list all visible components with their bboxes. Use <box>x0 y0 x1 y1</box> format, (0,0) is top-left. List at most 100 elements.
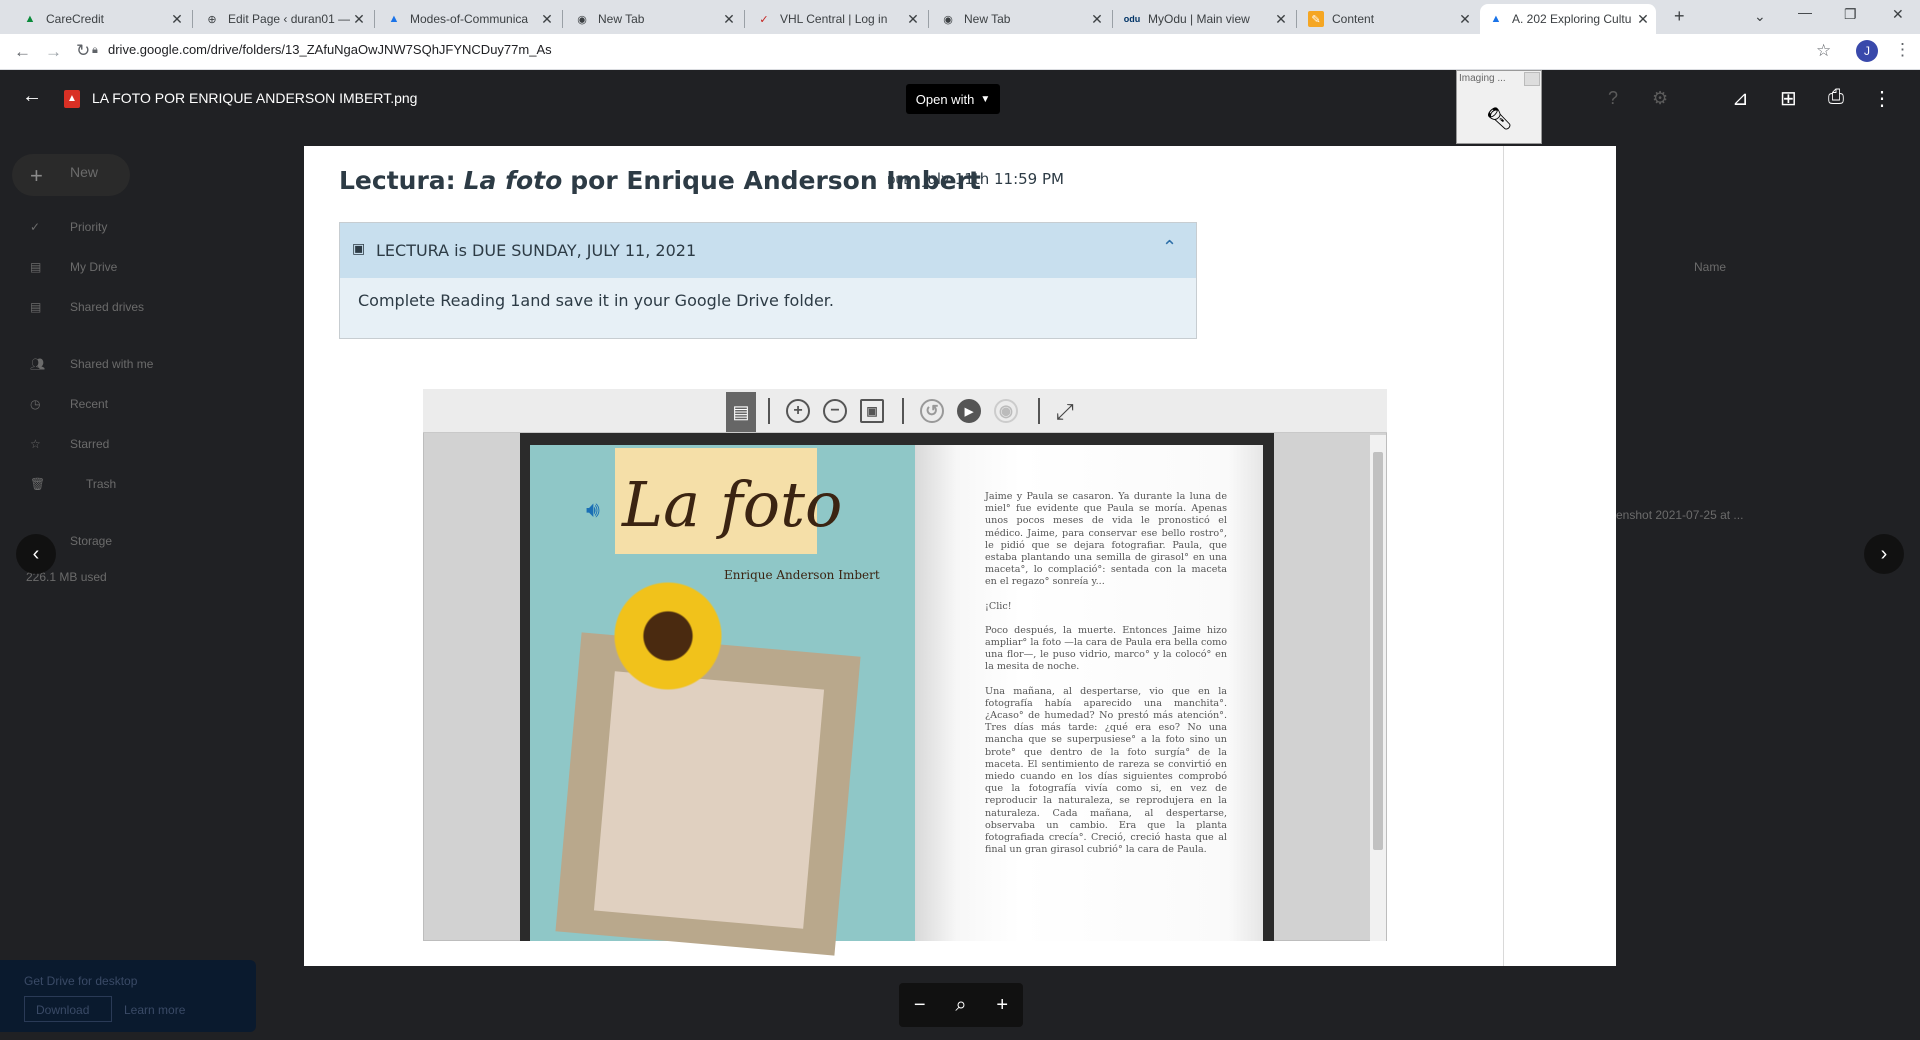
imaging-label: Imaging ... <box>1459 73 1506 84</box>
fit-page-icon[interactable]: ▣ <box>860 399 884 423</box>
odu-icon: odu <box>1123 14 1141 24</box>
close-icon[interactable]: ✕ <box>350 11 368 28</box>
eye-icon[interactable]: ◉ <box>994 399 1018 423</box>
settings-gear-icon[interactable]: ⚙ <box>1652 88 1668 109</box>
zoom-out-icon[interactable]: − <box>823 399 847 423</box>
help-icon[interactable]: ? <box>1608 88 1618 109</box>
tab-carecredit[interactable]: ▲ CareCredit ✕ <box>14 4 190 34</box>
starred-icon: ☆ <box>30 437 41 451</box>
tab-title: Edit Page ‹ duran01 — <box>228 12 350 26</box>
scrollbar-thumb[interactable] <box>1373 452 1383 850</box>
back-icon[interactable]: ← <box>14 42 31 62</box>
close-icon[interactable]: ✕ <box>1088 11 1106 28</box>
zoom-in-icon[interactable]: + <box>786 399 810 423</box>
profile-avatar[interactable]: J <box>1856 40 1878 62</box>
tab-new-tab-2[interactable]: ◉ New Tab ✕ <box>932 4 1110 34</box>
lock-icon[interactable]: 🔒︎ <box>92 44 98 57</box>
vhl-icon: ✓ <box>759 13 769 26</box>
close-icon[interactable]: ✕ <box>904 11 922 28</box>
nav-recent[interactable]: Recent <box>70 397 108 411</box>
due-date: July 11th 11:59 PM <box>923 170 1064 188</box>
close-icon[interactable]: ✕ <box>1272 11 1290 28</box>
back-arrow-icon[interactable]: ← <box>22 85 42 108</box>
shared-drives-icon: ▤ <box>30 300 42 314</box>
wordpress-icon: ⊕ <box>207 13 217 26</box>
toolbar-separator <box>1038 398 1040 424</box>
reload-icon[interactable]: ↻ <box>76 41 90 61</box>
reset-icon[interactable]: ↺ <box>920 399 944 423</box>
fullscreen-icon[interactable]: ⤢ <box>1056 399 1074 425</box>
tab-myodu[interactable]: odu MyOdu | Main view ✕ <box>1116 4 1294 34</box>
open-with-button[interactable]: Open with ▼ <box>906 84 1000 114</box>
close-icon[interactable]: ✕ <box>1456 11 1474 28</box>
more-actions-icon[interactable]: ⋮ <box>1872 86 1892 111</box>
caret-down-icon: ▼ <box>980 93 991 105</box>
content-icon: ✎ <box>1308 11 1324 27</box>
document-icon: ▣ <box>352 240 366 256</box>
zoom-in-button[interactable]: + <box>996 994 1008 1017</box>
close-icon[interactable]: ✕ <box>538 11 556 28</box>
tab-modes-of-communication[interactable]: ▲ Modes-of-Communica ✕ <box>378 4 560 34</box>
recent-icon: ◷ <box>30 397 41 411</box>
assignment-title: Lectura: La foto por Enrique Anderson Im… <box>339 166 981 195</box>
tab-edit-page[interactable]: ⊕ Edit Page ‹ duran01 — ✕ <box>196 4 372 34</box>
download-label: Download <box>36 1003 90 1017</box>
minimize-button[interactable]: — <box>1798 4 1812 20</box>
tab-search-icon[interactable]: ⌄ <box>1754 8 1766 25</box>
story-paragraph: ¡Clic! <box>985 600 1012 612</box>
url-text[interactable]: drive.google.com/drive/folders/13_ZAfuNg… <box>108 42 552 57</box>
nav-my-drive[interactable]: My Drive <box>70 260 117 274</box>
tab-new-tab-1[interactable]: ◉ New Tab ✕ <box>566 4 742 34</box>
close-icon[interactable]: ✕ <box>168 11 186 28</box>
nav-priority[interactable]: Priority <box>70 220 107 234</box>
title-suffix: por Enrique Anderson Imbert <box>570 166 981 195</box>
tab-exploring-culture[interactable]: ▲ A. 202 Exploring Cultu ✕ <box>1480 4 1656 34</box>
name-column-header[interactable]: Name <box>1694 260 1726 274</box>
file-name: LA FOTO POR ENRIQUE ANDERSON IMBERT.png <box>92 90 418 106</box>
preview-right-margin <box>1503 146 1616 966</box>
new-tab-button[interactable]: + <box>1674 6 1685 27</box>
next-file-button[interactable]: › <box>1864 534 1904 574</box>
maximize-button[interactable]: ❐ <box>1844 6 1857 23</box>
tab-content[interactable]: ✎ Content ✕ <box>1300 4 1478 34</box>
book-author: Enrique Anderson Imbert <box>724 568 880 582</box>
comment-add-icon[interactable]: ⊞ <box>1780 86 1797 111</box>
tab-vhl-central[interactable]: ✓ VHL Central | Log in ✕ <box>748 4 926 34</box>
story-paragraph: Poco después, la muerte. Entonces Jaime … <box>985 624 1227 673</box>
learn-more-link[interactable]: Learn more <box>124 1003 185 1017</box>
tab-title: New Tab <box>964 12 1011 26</box>
nav-trash[interactable]: Trash <box>86 477 116 491</box>
close-icon[interactable]: ✕ <box>720 11 738 28</box>
title-prefix: Lectura: <box>339 166 456 195</box>
sunflower-illustration <box>608 576 728 696</box>
close-window-button[interactable]: ✕ <box>1892 6 1904 23</box>
speaker-icon[interactable]: 🔊︎ <box>586 497 600 523</box>
tab-separator <box>374 10 375 28</box>
nav-shared-with-me[interactable]: Shared with me <box>70 357 153 371</box>
chrome-icon: ◉ <box>943 13 953 26</box>
zoom-out-button[interactable]: − <box>914 994 926 1017</box>
nav-storage[interactable]: Storage <box>70 534 112 548</box>
add-to-drive-icon[interactable]: ⊿ <box>1732 86 1749 111</box>
play-icon[interactable]: ▶ <box>957 399 981 423</box>
page-view-icon[interactable]: ▤ <box>726 392 756 432</box>
previous-file-button[interactable]: ‹ <box>16 534 56 574</box>
bookmark-star-icon[interactable]: ☆ <box>1816 41 1831 61</box>
reader-toolbar <box>423 389 1387 433</box>
zoom-magnifier-icon[interactable]: ⌕ <box>955 994 966 1017</box>
zoom-controls: − ⌕ + <box>899 983 1023 1027</box>
nav-shared-drives[interactable]: Shared drives <box>70 300 144 314</box>
my-drive-icon: ▤ <box>30 260 42 274</box>
close-icon[interactable]: ✕ <box>1634 11 1652 28</box>
menu-kebab-icon[interactable]: ⋮ <box>1894 40 1911 60</box>
tab-title: Content <box>1332 12 1375 26</box>
nav-starred[interactable]: Starred <box>70 437 109 451</box>
chevron-up-icon[interactable]: ⌃ <box>1162 237 1177 258</box>
carecredit-icon: ▲ <box>24 13 36 25</box>
reading-panel-header[interactable]: ▣ LECTURA is DUE SUNDAY, JULY 11, 2021 ⌃ <box>340 223 1196 278</box>
forward-icon[interactable]: → <box>45 42 62 62</box>
print-icon[interactable]: ⎙ <box>1828 86 1844 109</box>
imaging-close-button[interactable] <box>1524 72 1540 86</box>
imaging-tool-icon[interactable]: 🔦︎ <box>1456 94 1542 144</box>
book-title: La foto <box>622 468 843 541</box>
